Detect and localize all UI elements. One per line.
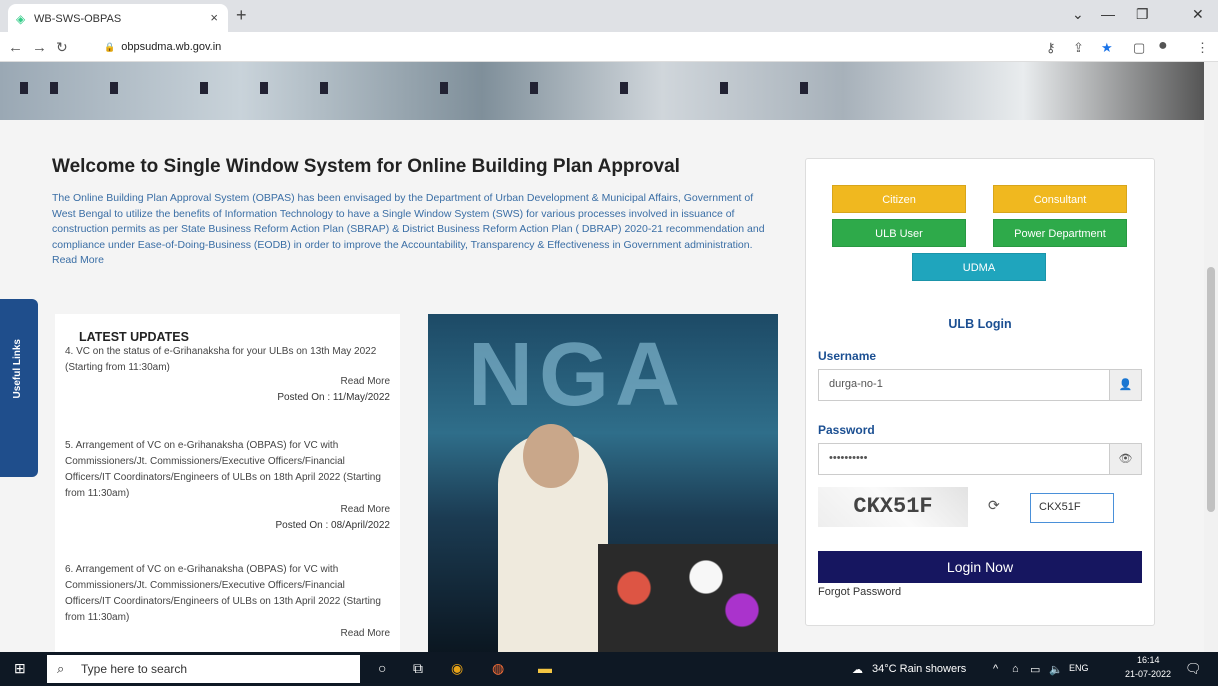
address-bar-row: ← → ↻ 🔒 obpsudma.wb.gov.in ⚷ ⇪ ★ ▢ ● ⋮	[0, 32, 1218, 62]
side-panel-icon[interactable]: ▢	[1133, 40, 1145, 56]
firefox-icon[interactable]: ◍	[492, 660, 504, 677]
username-label: Username	[818, 349, 877, 363]
file-explorer-icon[interactable]: ▬	[538, 660, 552, 676]
update-text: 4. VC on the status of e-Grihanaksha for…	[65, 346, 377, 373]
browser-tab[interactable]: ◈ WB-SWS-OBPAS ×	[8, 4, 228, 32]
eye-icon[interactable]: 👁	[1109, 444, 1141, 474]
login-button[interactable]: Login Now	[818, 551, 1142, 583]
password-value: ••••••••••	[829, 452, 868, 464]
update-text: 6. Arrangement of VC on e-Grihanaksha (O…	[65, 564, 381, 623]
consultant-button[interactable]: Consultant	[993, 185, 1127, 213]
page-viewport: Welcome to Single Window System for Onli…	[0, 62, 1204, 652]
username-field[interactable]: durga-no-1 👤	[818, 369, 1142, 401]
useful-links-tab[interactable]: Useful Links	[0, 299, 38, 477]
intro-paragraph: The Online Building Plan Approval System…	[52, 192, 765, 266]
back-icon[interactable]: ←	[8, 39, 23, 56]
password-field[interactable]: •••••••••• 👁	[818, 443, 1142, 475]
user-icon: 👤	[1109, 370, 1141, 400]
ulb-user-button[interactable]: ULB User	[832, 219, 966, 247]
list-item: 4. VC on the status of e-Grihanaksha for…	[65, 344, 390, 406]
posted-date: Posted On : 11/May/2022	[277, 392, 390, 403]
key-icon[interactable]: ⚷	[1046, 40, 1056, 56]
read-more-link[interactable]: Read More	[65, 626, 390, 642]
login-title: ULB Login	[948, 317, 1012, 331]
task-view-icon[interactable]: ⧉	[413, 660, 423, 677]
username-value: durga-no-1	[829, 378, 883, 390]
windows-taskbar: ⊞ ⌕ Type here to search ○ ⧉ ◉ ◍ ▬ ☁ 34°C …	[0, 652, 1218, 686]
updates-title: LATEST UPDATES	[79, 330, 189, 344]
chrome-icon[interactable]: ◉	[451, 660, 463, 677]
citizen-button[interactable]: Citizen	[832, 185, 966, 213]
tab-search-chevron-icon[interactable]: ⌄	[1072, 6, 1084, 23]
cortana-icon[interactable]: ○	[378, 660, 386, 676]
list-item: 5. Arrangement of VC on e-Grihanaksha (O…	[65, 438, 390, 534]
password-label: Password	[818, 423, 875, 437]
chief-minister-photo: NGA	[428, 314, 778, 652]
browser-tab-strip: ◈ WB-SWS-OBPAS × + ⌄ — ❐ ✕	[0, 0, 1218, 32]
windows-start-icon[interactable]: ⊞	[14, 660, 26, 677]
forgot-password-link[interactable]: Forgot Password	[818, 586, 901, 598]
clock-time[interactable]: 16:14	[1137, 655, 1160, 665]
scrollbar-thumb[interactable]	[1207, 267, 1215, 512]
url-text: obpsudma.wb.gov.in	[121, 41, 222, 53]
update-text: 5. Arrangement of VC on e-Grihanaksha (O…	[65, 440, 381, 499]
search-icon: ⌕	[57, 661, 65, 676]
refresh-captcha-icon[interactable]: ⟳	[988, 497, 1000, 514]
clock-date[interactable]: 21-07-2022	[1125, 669, 1171, 679]
new-tab-button[interactable]: +	[236, 5, 247, 26]
url-field[interactable]: 🔒 obpsudma.wb.gov.in	[94, 36, 1014, 58]
restore-icon[interactable]: ❐	[1136, 6, 1149, 23]
power-department-button[interactable]: Power Department	[993, 219, 1127, 247]
posted-date: Posted On : 08/April/2022	[275, 520, 390, 531]
network-icon[interactable]: ⌂	[1012, 663, 1019, 675]
bookmark-star-icon[interactable]: ★	[1101, 40, 1113, 56]
display-icon[interactable]: ▭	[1030, 663, 1040, 676]
header-banner-image	[0, 62, 1204, 120]
read-more-link[interactable]: Read More	[65, 374, 390, 390]
tray-chevron-icon[interactable]: ^	[993, 663, 998, 675]
forward-icon[interactable]: →	[32, 39, 47, 56]
taskbar-search-placeholder: Type here to search	[81, 662, 188, 676]
latest-updates-panel: LATEST UPDATES 4. VC on the status of e-…	[55, 314, 400, 652]
weather-icon[interactable]: ☁	[852, 663, 863, 676]
volume-icon[interactable]: 🔈	[1049, 663, 1063, 676]
weather-text[interactable]: 34°C Rain showers	[872, 663, 966, 675]
captcha-image: CKX51F	[818, 487, 968, 527]
profile-avatar-icon[interactable]: ●	[1158, 37, 1168, 55]
reload-icon[interactable]: ↻	[56, 39, 68, 56]
lock-icon: 🔒	[104, 42, 116, 52]
tab-title: WB-SWS-OBPAS	[34, 13, 122, 25]
scrollbar[interactable]	[1204, 62, 1218, 652]
notifications-icon[interactable]: 🗨	[1185, 661, 1202, 677]
taskbar-search[interactable]: ⌕ Type here to search	[47, 655, 360, 683]
close-window-icon[interactable]: ✕	[1192, 6, 1204, 23]
share-icon[interactable]: ⇪	[1073, 40, 1084, 56]
list-item: 6. Arrangement of VC on e-Grihanaksha (O…	[65, 562, 390, 642]
udma-button[interactable]: UDMA	[912, 253, 1046, 281]
close-tab-icon[interactable]: ×	[210, 10, 218, 25]
login-panel: Citizen Consultant ULB User Power Depart…	[805, 158, 1155, 626]
language-indicator[interactable]: ENG	[1069, 663, 1089, 673]
menu-kebab-icon[interactable]: ⋮	[1196, 40, 1209, 56]
read-more-link[interactable]: Read More	[65, 502, 390, 518]
useful-links-label: Useful Links	[12, 339, 23, 399]
site-favicon-icon: ◈	[16, 12, 26, 26]
page-title: Welcome to Single Window System for Onli…	[52, 156, 680, 177]
captcha-input[interactable]: CKX51F	[1030, 493, 1114, 523]
minimize-icon[interactable]: —	[1101, 6, 1115, 22]
